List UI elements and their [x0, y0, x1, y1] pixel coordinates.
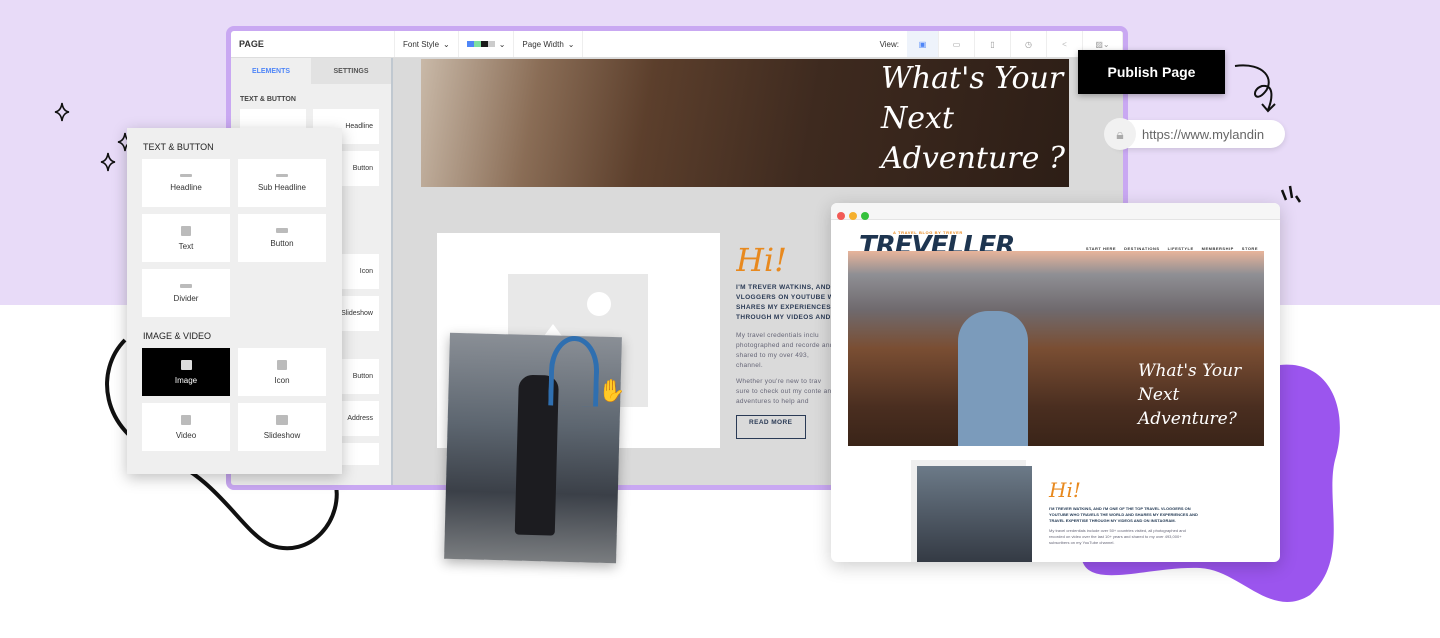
preview-photo	[917, 466, 1032, 562]
dragged-photo[interactable]	[444, 332, 622, 564]
hero-image[interactable]: What's Your Next Adventure ?	[421, 59, 1069, 187]
publish-page-button[interactable]: Publish Page	[1078, 50, 1225, 94]
intro-heading: I'M TREVER WATKINS, AND VLOGGERS ON YOUT…	[736, 284, 835, 321]
section-title: IMAGE & VIDEO	[143, 331, 212, 341]
tab-settings[interactable]: SETTINGS	[311, 58, 391, 84]
desktop-icon: ▭	[952, 39, 961, 49]
view-label: View:	[879, 39, 899, 49]
font-style-label: Font Style	[403, 39, 440, 49]
preview-browser: A TRAVEL BLOG BY TREVER TREVELLER START …	[831, 203, 1280, 562]
element-icon[interactable]: Icon	[238, 348, 326, 396]
greeting: Hi!	[1049, 478, 1081, 502]
swatch	[466, 41, 474, 47]
share-icon: <	[1062, 39, 1067, 49]
tile-label: Icon	[359, 268, 373, 275]
info-icon	[277, 359, 287, 370]
text-icon	[181, 225, 191, 236]
desktop-edit-icon: ▣	[918, 39, 927, 49]
tile-label: Button	[352, 165, 373, 172]
tile-label: Divider	[173, 293, 199, 303]
intro-heading: I'M TREVER WATKINS, AND I'M ONE OF THE T…	[1049, 506, 1198, 523]
divider-icon	[180, 283, 192, 288]
grab-cursor-icon: ✋	[598, 378, 626, 403]
tile-label: Video	[175, 430, 197, 440]
close-dot[interactable]	[837, 212, 845, 220]
chevron-down-icon: ⌄	[498, 39, 506, 49]
tile-label: Button	[352, 373, 373, 380]
element-divider[interactable]: Divider	[142, 269, 230, 317]
sparkle-icon	[100, 152, 116, 172]
tile-label: Button	[270, 239, 294, 248]
color-palette-dropdown[interactable]: ⌄	[459, 31, 515, 57]
tile-label: Text	[178, 241, 194, 251]
slideshow-icon	[276, 414, 288, 425]
url-text: https://www.mylandin	[1142, 126, 1265, 142]
paragraph: My travel credentials include over 50+ c…	[1049, 528, 1186, 545]
element-button[interactable]: Button	[238, 214, 326, 262]
chevron-down-icon: ⌄	[443, 39, 450, 49]
mobile-icon: ▯	[990, 39, 995, 49]
color-swatches	[466, 41, 495, 47]
hero-headline: What's Your Next Adventure ?	[881, 61, 1065, 176]
section-title: TEXT & BUTTON	[240, 96, 296, 103]
element-sub-headline[interactable]: Sub Headline	[238, 159, 326, 207]
mobile-view-button[interactable]: ▯	[975, 31, 1011, 57]
section-title: TEXT & BUTTON	[143, 142, 214, 152]
preview-hero-headline: What's Your Next Adventure?	[1138, 361, 1242, 429]
tile-label: Image	[174, 375, 198, 385]
person-figure	[958, 311, 1028, 446]
chevron-down-icon: ⌄	[567, 39, 575, 49]
accent-strokes	[1280, 185, 1302, 203]
tile-label: Address	[347, 415, 373, 422]
browser-titlebar	[831, 203, 1280, 220]
image-icon	[180, 359, 192, 370]
font-style-dropdown[interactable]: Font Style ⌄	[395, 31, 459, 57]
arrow-squiggle	[1234, 64, 1276, 113]
paragraph: My travel credentials inclu photographed…	[736, 332, 834, 369]
desktop-view-button[interactable]: ▭	[939, 31, 975, 57]
settings-icon: ▨⌄	[1095, 39, 1110, 49]
greeting: Hi!	[736, 241, 787, 279]
headline-icon	[180, 174, 192, 177]
page-width-label: Page Width	[522, 39, 564, 49]
page-width-dropdown[interactable]: Page Width ⌄	[514, 31, 584, 57]
tile-label: Slideshow	[341, 310, 373, 317]
tile-label: Headline	[345, 123, 373, 130]
maximize-dot[interactable]	[861, 212, 869, 220]
tile-label: Icon	[274, 375, 290, 385]
sparkle-icon	[54, 102, 70, 122]
swatch	[487, 41, 495, 47]
subheadline-icon	[276, 174, 288, 177]
history-icon: ◷	[1025, 39, 1032, 49]
url-bar[interactable]: 🔒︎ https://www.mylandin	[1104, 118, 1285, 150]
editor-toolbar: PAGE Font Style ⌄ ⌄ Page Width ⌄ View: ▣ ▭…	[231, 31, 1123, 58]
lock-icon: 🔒︎	[1104, 118, 1136, 150]
swatch	[480, 41, 488, 47]
bridge-shape	[548, 335, 600, 407]
tile-label: Slideshow	[263, 430, 301, 440]
desktop-edit-view-button[interactable]: ▣	[907, 31, 939, 57]
preview-photo-frame	[911, 460, 1032, 562]
paragraph: Whether you're new to trav sure to check…	[736, 378, 836, 405]
tile-label: Headline	[170, 183, 202, 192]
element-text[interactable]: Text	[142, 214, 230, 262]
elements-panel: TEXT & BUTTON Headline Sub Headline Text…	[127, 128, 342, 474]
minimize-dot[interactable]	[849, 212, 857, 220]
preview-hero-image: What's Your Next Adventure?	[848, 251, 1264, 446]
read-more-button[interactable]: READ MORE	[736, 415, 806, 439]
element-image[interactable]: Image	[142, 348, 230, 396]
history-button[interactable]: ◷	[1011, 31, 1047, 57]
element-video[interactable]: Video	[142, 403, 230, 451]
element-headline[interactable]: Headline	[142, 159, 230, 207]
element-slideshow[interactable]: Slideshow	[238, 403, 326, 451]
preview-intro: Hi! I'M TREVER WATKINS, AND I'M ONE OF T…	[1049, 478, 1199, 546]
tab-elements[interactable]: ELEMENTS	[231, 58, 311, 84]
intro-text-block: Hi! I'M TREVER WATKINS, AND VLOGGERS ON …	[736, 241, 836, 439]
tile-label: Sub Headline	[257, 183, 307, 192]
video-icon	[181, 414, 191, 425]
button-icon	[276, 228, 288, 233]
swatch	[473, 41, 481, 47]
page-label: PAGE	[231, 31, 395, 57]
